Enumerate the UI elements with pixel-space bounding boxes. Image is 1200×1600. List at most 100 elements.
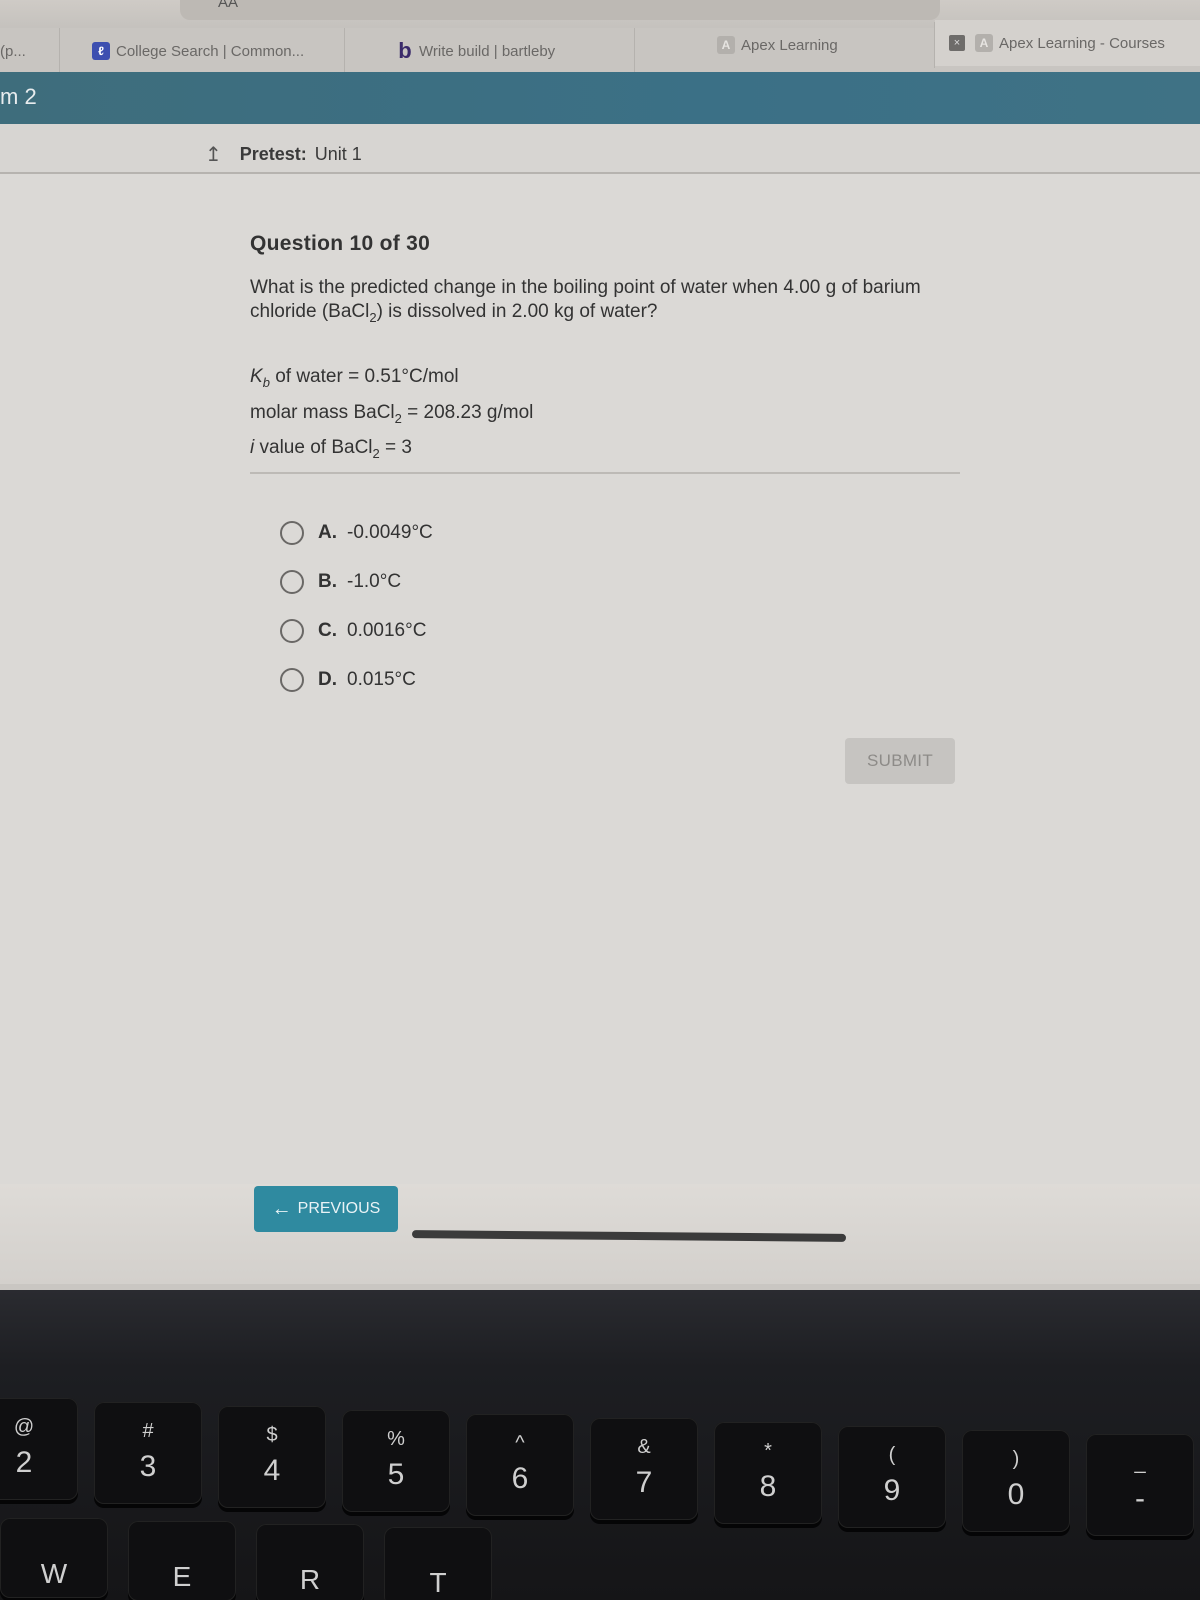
key-number: 2 xyxy=(15,1446,33,1479)
quiz-page: ↥ Pretest: Unit 1 Question 10 of 30 What… xyxy=(0,124,1200,1184)
key-letter: R xyxy=(299,1564,321,1595)
key-4: $4 xyxy=(218,1406,326,1508)
choice-a[interactable]: A. -0.0049°C xyxy=(280,508,433,557)
choice-letter: D. xyxy=(318,668,337,690)
address-bar[interactable] xyxy=(180,0,940,20)
choice-d[interactable]: D. 0.015°C xyxy=(280,655,433,704)
key-symbol: ( xyxy=(888,1444,896,1466)
previous-button[interactable]: ← PREVIOUS xyxy=(254,1186,398,1232)
given-text: value of BaCl xyxy=(254,437,373,459)
tab-bartleby[interactable]: b Write build | bartleby xyxy=(345,28,635,74)
key-number: 0 xyxy=(1007,1478,1025,1511)
radio-button[interactable] xyxy=(280,667,304,692)
choice-value: 0.0016°C xyxy=(347,619,427,641)
choice-c[interactable]: C. 0.0016°C xyxy=(280,606,433,655)
key-number: 8 xyxy=(759,1470,777,1503)
key--: _ - xyxy=(1086,1434,1194,1536)
key-letter: E xyxy=(172,1561,192,1592)
key-symbol: $ xyxy=(266,1424,278,1446)
up-arrow-icon[interactable]: ↥ xyxy=(205,142,222,167)
apex-icon: A xyxy=(975,34,993,52)
given-text: of water = 0.51°C/mol xyxy=(269,365,459,387)
prompt-text: ) is dissolved in 2.00 kg of water? xyxy=(376,301,658,322)
given-subscript: b xyxy=(262,374,270,390)
given-text: molar mass BaCl xyxy=(250,401,395,423)
radio-button[interactable] xyxy=(280,520,304,545)
answer-choices: A. -0.0049°C B. -1.0°C C. 0.0016°C D. 0.… xyxy=(280,508,433,704)
given-symbol: K xyxy=(250,365,263,387)
breadcrumb-label: Pretest: xyxy=(239,144,307,164)
given-subscript: 2 xyxy=(394,410,402,426)
tab-label: (p... xyxy=(0,42,26,60)
divider xyxy=(250,472,960,474)
key-e: E xyxy=(128,1521,236,1600)
choice-b[interactable]: B. -1.0°C xyxy=(280,557,433,606)
key-symbol: _ xyxy=(1134,1452,1146,1474)
choice-value: 0.015°C xyxy=(347,668,416,690)
key-number: 9 xyxy=(883,1474,901,1507)
choice-value: -0.0049°C xyxy=(347,521,433,543)
breadcrumb[interactable]: ↥ Pretest: Unit 1 xyxy=(205,142,362,167)
breadcrumb-bar: ↥ Pretest: Unit 1 xyxy=(0,124,1200,174)
key-t: T xyxy=(384,1527,492,1600)
given-kb: Kb of water = 0.51°C/mol xyxy=(250,362,960,398)
given-subscript: 2 xyxy=(372,446,380,462)
tab-label: Apex Learning - Courses xyxy=(999,34,1165,52)
key-9: (9 xyxy=(838,1426,946,1528)
key-number: 5 xyxy=(387,1458,405,1491)
submit-button[interactable]: SUBMIT xyxy=(845,738,955,784)
given-i-value: i value of BaCl2 = 3 xyxy=(250,433,960,469)
key-letter: W xyxy=(40,1558,68,1589)
arrow-left-icon: ← xyxy=(271,1197,292,1220)
given-text: = 208.23 g/mol xyxy=(401,401,534,423)
key-symbol: # xyxy=(142,1420,154,1442)
question-prompt: What is the predicted change in the boil… xyxy=(250,276,960,330)
key-5: % 5 xyxy=(342,1410,450,1512)
tab-label: Write build | bartleby xyxy=(419,42,556,60)
given-molar-mass: molar mass BaCl2 = 208.23 g/mol xyxy=(250,398,960,434)
key-2: @2 xyxy=(0,1398,78,1500)
key-r: R xyxy=(256,1524,364,1600)
close-tab-icon[interactable]: × xyxy=(949,35,965,51)
course-title: m 2 xyxy=(0,84,37,109)
key-number: - xyxy=(1135,1482,1145,1515)
breadcrumb-value: Unit 1 xyxy=(314,144,362,164)
prompt-subscript: 2 xyxy=(369,309,377,325)
radio-button[interactable] xyxy=(280,569,304,594)
radio-button[interactable] xyxy=(280,618,304,643)
key-number: 7 xyxy=(635,1466,653,1499)
choice-letter: B. xyxy=(318,570,337,592)
apex-icon: A xyxy=(717,36,735,54)
key-symbol: ) xyxy=(1012,1448,1020,1470)
key-symbol: % xyxy=(387,1428,405,1450)
laptop-keyboard: @2 #3 $4% 5 ^ 6 & 7 * 8(9) 0 _ - W E R T xyxy=(0,1290,1200,1600)
key-8: * 8 xyxy=(714,1422,822,1524)
key-number: 6 xyxy=(511,1462,529,1495)
tab-partial[interactable]: (p... xyxy=(0,28,60,74)
key-3: #3 xyxy=(94,1402,202,1504)
question-number: Question 10 of 30 xyxy=(250,232,431,255)
key-number: 4 xyxy=(263,1454,281,1487)
key-symbol: * xyxy=(764,1440,772,1462)
given-values: Kb of water = 0.51°C/mol molar mass BaCl… xyxy=(250,362,960,469)
key-letter: T xyxy=(429,1567,447,1598)
key-symbol: & xyxy=(637,1436,651,1458)
bartleby-icon: b xyxy=(398,38,412,63)
tab-label: College Search | Common... xyxy=(116,42,305,60)
app-header: m 2 xyxy=(0,72,1200,124)
key-0: ) 0 xyxy=(962,1430,1070,1532)
key-6: ^ 6 xyxy=(466,1414,574,1516)
reader-mode-button[interactable]: AA xyxy=(218,0,238,11)
key-symbol: @ xyxy=(13,1416,35,1438)
tab-apex-learning[interactable]: A Apex Learning xyxy=(635,22,935,68)
choice-letter: A. xyxy=(318,521,337,543)
tab-bar: (p... ℓ College Search | Common... b Wri… xyxy=(0,20,1200,74)
tab-apex-courses[interactable]: × A Apex Learning - Courses xyxy=(935,20,1200,66)
tab-college-search[interactable]: ℓ College Search | Common... xyxy=(60,28,345,74)
previous-label: PREVIOUS xyxy=(297,1200,381,1217)
key-w: W xyxy=(0,1518,108,1598)
key-number: 3 xyxy=(139,1450,157,1483)
choice-letter: C. xyxy=(318,619,337,641)
tab-label: Apex Learning xyxy=(741,36,838,54)
key-7: & 7 xyxy=(590,1418,698,1520)
